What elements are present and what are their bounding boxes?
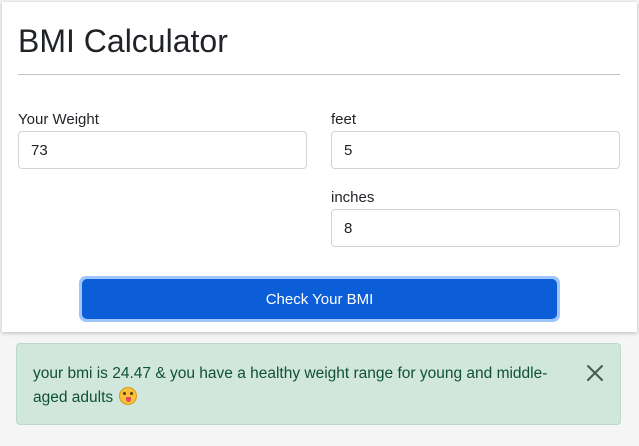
check-bmi-button-focus-ring: Check Your BMI	[79, 276, 560, 322]
check-bmi-button[interactable]: Check Your BMI	[82, 279, 557, 319]
page-title: BMI Calculator	[18, 23, 228, 59]
close-icon	[587, 365, 603, 381]
face-with-tongue-icon	[119, 387, 138, 405]
feet-label: feet	[331, 111, 357, 128]
bmi-calculator-card: BMI Calculator Your Weight feet inches C…	[2, 2, 637, 332]
bmi-result-text-wrap: your bmi is 24.47 & you have a healthy w…	[33, 362, 573, 410]
inches-input[interactable]	[331, 209, 620, 247]
title-divider	[18, 74, 620, 75]
bmi-result-message: your bmi is 24.47 & you have a healthy w…	[33, 365, 548, 406]
weight-input[interactable]	[18, 131, 307, 169]
inches-label: inches	[331, 189, 375, 206]
feet-input[interactable]	[331, 131, 620, 169]
weight-label: Your Weight	[18, 111, 99, 128]
close-alert-button[interactable]	[584, 362, 606, 384]
bmi-result-alert: your bmi is 24.47 & you have a healthy w…	[16, 343, 621, 425]
